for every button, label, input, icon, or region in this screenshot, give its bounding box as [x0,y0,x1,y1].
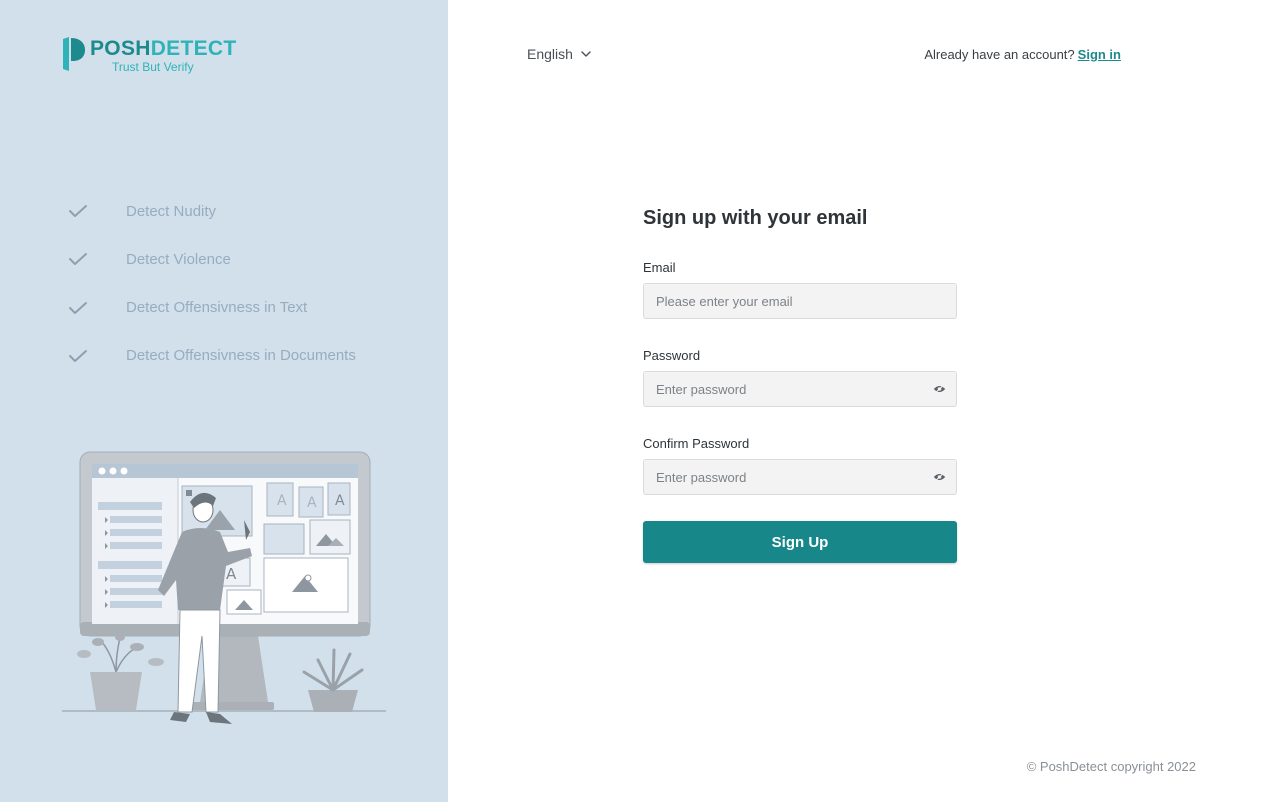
logo-name-part2: DETECT [150,37,237,60]
copyright-text: © PoshDetect copyright 2022 [1026,759,1196,774]
feature-label: Detect Offensivness in Documents [126,347,356,365]
confirm-password-label: Confirm Password [643,436,750,451]
feature-label: Detect Offensivness in Text [126,299,308,317]
feature-list: Detect Nudity Detect Violence Detect Off… [68,200,356,393]
logo-name: POSHDETECT [90,37,237,61]
logo-mark-icon [63,37,85,71]
account-prompt-text: Already have an account? [924,47,1075,62]
svg-text:A: A [335,493,345,509]
check-icon [69,301,87,314]
eye-icon[interactable] [933,472,946,482]
left-panel: POSHDETECT Trust But Verify Detect Nudit… [0,0,448,802]
feature-label: Detect Nudity [126,202,217,220]
svg-text:A: A [307,495,317,511]
logo-name-part1: POSH [90,37,151,60]
check-icon [69,205,87,217]
confirm-password-input[interactable] [643,459,957,495]
language-selector[interactable]: English [527,46,591,62]
check-icon [69,349,87,362]
sign-up-button[interactable]: Sign Up [643,521,957,563]
logo[interactable]: POSHDETECT Trust But Verify [60,36,237,74]
password-input[interactable] [643,371,957,407]
account-prompt: Already have an account? Sign in [924,47,1121,62]
feature-item-documents: Detect Offensivness in Documents [68,345,356,367]
sign-in-link[interactable]: Sign in [1078,47,1121,62]
svg-text:A: A [226,565,237,583]
password-label: Password [643,348,701,363]
confirm-password-field-wrapper [643,459,957,495]
feature-label: Detect Violence [126,250,231,268]
monitor-illustration: A A A A [62,451,386,724]
logo-text: POSHDETECT Trust But Verify [90,37,237,74]
feature-item-nudity: Detect Nudity [68,200,356,222]
password-field-wrapper [643,371,957,407]
feature-item-violence: Detect Violence [68,248,356,270]
email-field-wrapper [643,283,957,319]
form-title: Sign up with your email [643,207,868,229]
email-input[interactable] [643,283,957,319]
feature-item-text: Detect Offensivness in Text [68,297,356,319]
chevron-down-icon [581,51,591,57]
check-icon [69,253,87,266]
svg-text:A: A [277,493,287,509]
email-label: Email [643,260,676,275]
signup-form: Sign up with your email Email Password C… [643,205,957,563]
language-label: English [527,46,573,62]
logo-tagline: Trust But Verify [112,60,194,74]
eye-icon[interactable] [933,384,946,394]
